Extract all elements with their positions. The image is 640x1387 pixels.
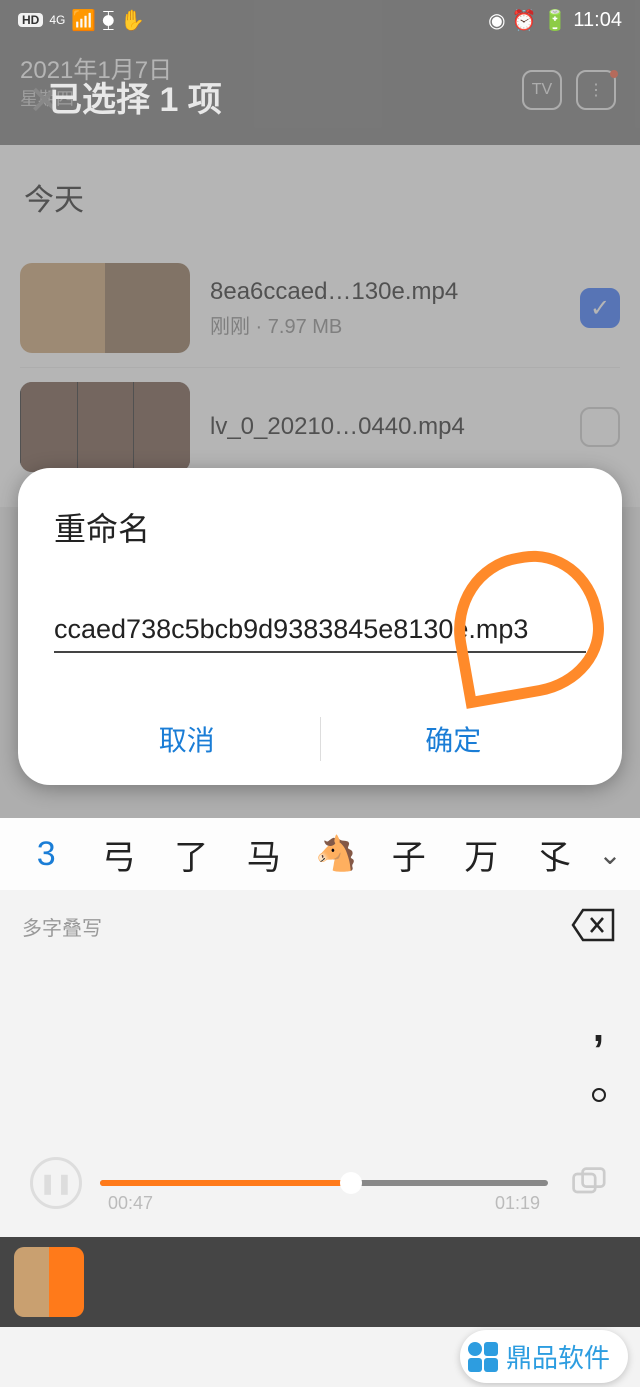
pip-icon[interactable] — [566, 1161, 610, 1205]
signal-icon: 📶 — [71, 8, 96, 33]
ime-candidate[interactable]: 孓 — [518, 830, 591, 879]
video-player-bar: ❚❚ 00:47 01:19 — [0, 1140, 640, 1226]
cancel-button[interactable]: 取消 — [54, 693, 320, 785]
rename-input[interactable] — [54, 608, 586, 653]
mini-thumbnail[interactable] — [14, 1247, 84, 1317]
clock-time: 11:04 — [573, 9, 622, 32]
ime-candidate[interactable]: 弓 — [83, 830, 156, 879]
hand-icon: ✋ — [120, 8, 145, 33]
wifi-icon: ⧳ — [102, 9, 114, 32]
time-total: 01:19 — [495, 1193, 540, 1214]
period-key[interactable] — [592, 1088, 606, 1102]
progress-slider[interactable]: 00:47 01:19 — [100, 1180, 548, 1186]
bottom-mini-bar[interactable] — [0, 1237, 640, 1327]
ime-candidate[interactable]: 🐴 — [300, 834, 373, 874]
eye-icon: ◉ — [488, 8, 505, 33]
watermark-text: 鼎品软件 — [506, 1338, 610, 1375]
ime-candidate[interactable]: 子 — [373, 830, 446, 879]
ime-candidate[interactable]: 3 — [10, 835, 83, 874]
ime-candidate[interactable]: 了 — [155, 830, 228, 879]
ime-candidate[interactable]: 万 — [445, 830, 518, 879]
selection-title: 已选择 1 项 — [48, 72, 222, 121]
chevron-down-icon[interactable]: ⌄ — [590, 838, 630, 871]
pause-icon[interactable]: ❚❚ — [30, 1157, 82, 1209]
confirm-button[interactable]: 确定 — [321, 693, 587, 785]
backspace-icon[interactable] — [568, 902, 618, 948]
signal-4g-icon: 4G — [49, 13, 65, 27]
battery-icon: 🔋 — [543, 8, 568, 33]
ime-candidate[interactable]: 马 — [228, 830, 301, 879]
status-bar: HD 4G 📶 ⧳ ✋ ◉ ⏰ 🔋 11:04 — [0, 0, 640, 40]
hd-icon: HD — [18, 13, 43, 27]
ime-candidate-bar: 3 弓 了 马 🐴 子 万 孓 ⌄ — [0, 818, 640, 890]
comma-key[interactable]: , — [593, 1006, 604, 1051]
dialog-title: 重命名 — [54, 504, 586, 550]
watermark-badge: 鼎品软件 — [460, 1330, 628, 1383]
keyboard-hint: 多字叠写 — [22, 912, 102, 941]
time-current: 00:47 — [108, 1193, 153, 1214]
watermark-logo-icon — [468, 1342, 498, 1372]
alarm-icon: ⏰ — [512, 8, 537, 33]
rename-dialog: 重命名 取消 确定 — [18, 468, 622, 785]
